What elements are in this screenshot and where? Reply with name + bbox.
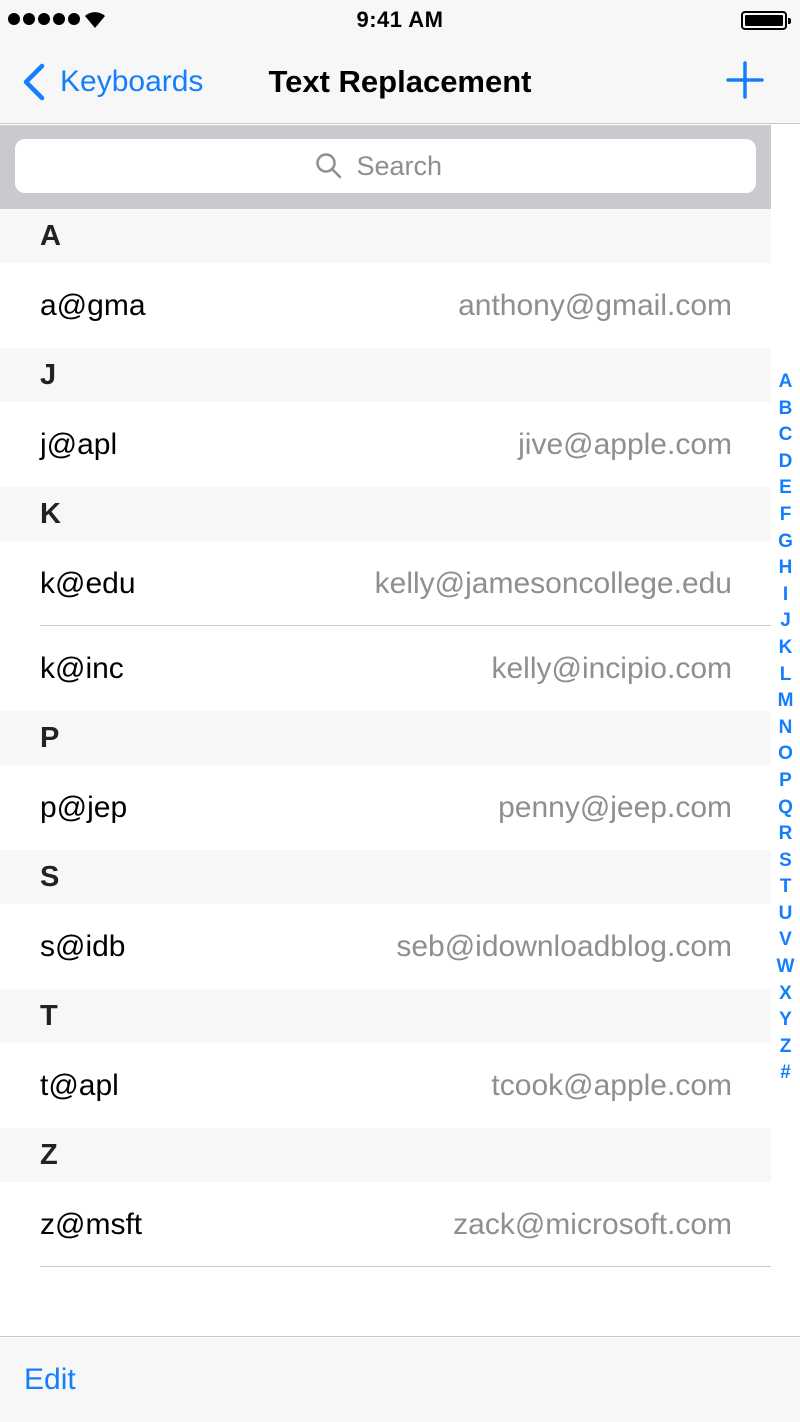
status-time: 9:41 AM <box>356 7 444 32</box>
index-letter[interactable]: V <box>779 927 792 954</box>
shortcut-text: j@apl <box>40 427 118 461</box>
index-letter[interactable]: N <box>779 715 793 742</box>
list-item[interactable]: k@inc kelly@incipio.com <box>0 626 771 711</box>
section-header-a: A <box>0 209 771 263</box>
list-item[interactable]: s@idb seb@idownloadblog.com <box>0 904 771 989</box>
list-item[interactable]: t@apl tcook@apple.com <box>0 1043 771 1128</box>
index-letter[interactable]: A <box>779 369 793 396</box>
section-header-s: S <box>0 850 771 904</box>
shortcut-text: k@inc <box>40 651 124 685</box>
index-letter[interactable]: U <box>779 901 793 928</box>
phrase-text: kelly@jamesoncollege.edu <box>374 566 732 600</box>
index-letter[interactable]: K <box>779 635 793 662</box>
index-letter[interactable]: Y <box>779 1007 792 1034</box>
section-header-z: Z <box>0 1128 771 1182</box>
phrase-text: anthony@gmail.com <box>458 288 732 322</box>
phrase-text: kelly@incipio.com <box>491 651 732 685</box>
index-letter[interactable]: J <box>780 608 791 635</box>
search-icon <box>315 153 341 179</box>
index-letter[interactable]: R <box>779 821 793 848</box>
index-letter[interactable]: M <box>778 688 794 715</box>
shortcut-text: s@idb <box>40 929 126 963</box>
index-letter[interactable]: H <box>779 555 793 582</box>
index-letter[interactable]: S <box>779 848 792 875</box>
phrase-text: zack@microsoft.com <box>453 1207 732 1241</box>
phrase-text: penny@jeep.com <box>498 790 732 824</box>
list-item[interactable]: z@msft zack@microsoft.com <box>0 1182 771 1267</box>
search-input[interactable] <box>356 150 457 182</box>
index-letter[interactable]: G <box>778 529 793 556</box>
shortcut-text: t@apl <box>40 1068 119 1102</box>
list-item[interactable]: k@edu kelly@jamesoncollege.edu <box>0 541 771 626</box>
plus-icon[interactable] <box>725 60 765 100</box>
index-letter[interactable]: E <box>779 475 792 502</box>
index-letter[interactable]: Z <box>780 1034 792 1061</box>
index-letter[interactable]: T <box>780 874 792 901</box>
index-letter[interactable]: Q <box>778 795 793 822</box>
index-letter[interactable]: P <box>779 768 792 795</box>
search-bar <box>0 125 771 209</box>
list-item[interactable]: j@apl jive@apple.com <box>0 402 771 487</box>
search-field[interactable] <box>15 139 756 193</box>
index-letter[interactable]: F <box>780 502 792 529</box>
section-header-j: J <box>0 348 771 402</box>
index-letter[interactable]: D <box>779 449 793 476</box>
replacement-list: A a@gma anthony@gmail.com J j@apl jive@a… <box>0 209 771 1267</box>
index-letter[interactable]: L <box>780 662 792 689</box>
phrase-text: jive@apple.com <box>518 427 732 461</box>
edit-button[interactable]: Edit <box>24 1363 76 1397</box>
index-letter[interactable]: W <box>777 954 795 981</box>
phrase-text: seb@idownloadblog.com <box>396 929 732 963</box>
section-header-t: T <box>0 989 771 1043</box>
list-item[interactable]: p@jep penny@jeep.com <box>0 765 771 850</box>
index-letter[interactable]: O <box>778 741 793 768</box>
index-letter[interactable]: C <box>779 422 793 449</box>
index-letter[interactable]: I <box>783 582 788 609</box>
shortcut-text: k@edu <box>40 566 136 600</box>
section-header-p: P <box>0 711 771 765</box>
shortcut-text: p@jep <box>40 790 128 824</box>
page-title: Text Replacement <box>268 64 532 99</box>
shortcut-text: a@gma <box>40 288 146 322</box>
status-bar: 9:41 AM <box>0 0 800 40</box>
index-letter[interactable]: B <box>779 396 793 423</box>
navigation-bar: Keyboards Text Replacement <box>0 40 800 124</box>
index-letter[interactable]: # <box>780 1060 791 1087</box>
index-letter[interactable]: X <box>779 981 792 1008</box>
battery-full-icon <box>741 11 791 30</box>
section-index[interactable]: A B C D E F G H I J K L M N O P Q R S T … <box>771 369 800 1087</box>
shortcut-text: z@msft <box>40 1207 143 1241</box>
list-item[interactable]: a@gma anthony@gmail.com <box>0 263 771 348</box>
section-header-k: K <box>0 487 771 541</box>
phrase-text: tcook@apple.com <box>491 1068 732 1102</box>
bottom-toolbar: Edit <box>0 1336 800 1422</box>
